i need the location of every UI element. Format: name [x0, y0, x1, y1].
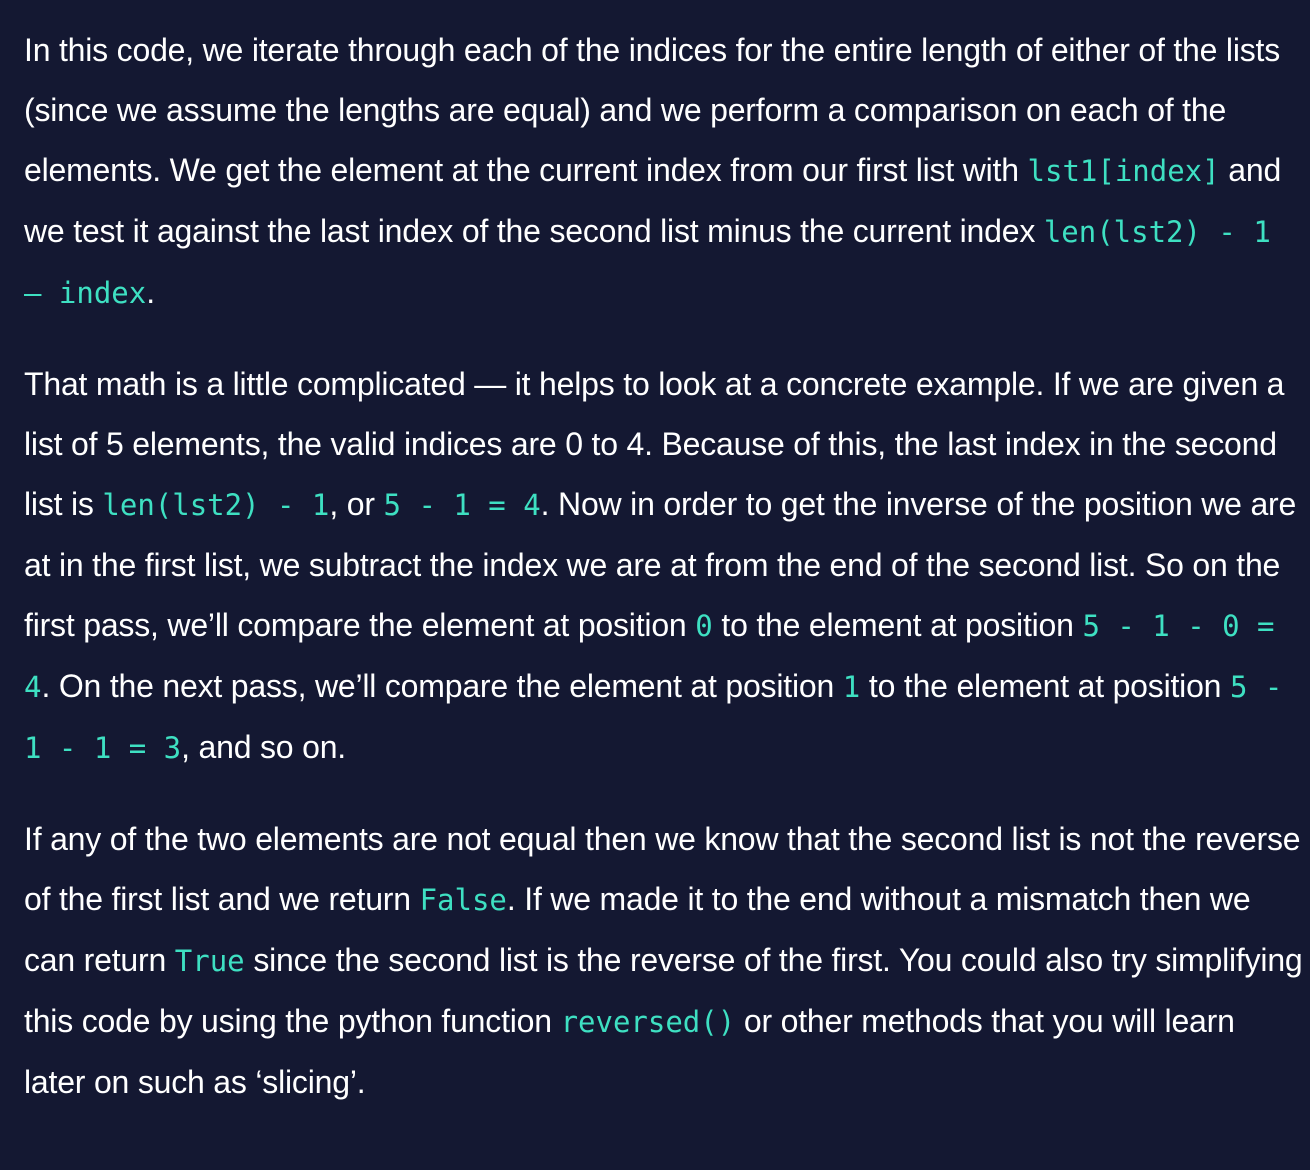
text-span: to the element at position: [712, 607, 1083, 643]
inline-code: 0: [695, 609, 713, 643]
inline-code: 5 - 1 = 4: [383, 488, 541, 522]
inline-code: 1: [842, 670, 861, 704]
text-span: , and so on.: [181, 729, 346, 765]
paragraph-explanation: In this code, we iterate through each of…: [24, 20, 1304, 323]
inline-code: True: [174, 944, 245, 978]
paragraph-example: That math is a little complicated — it h…: [24, 354, 1304, 778]
lesson-text: In this code, we iterate through each of…: [0, 0, 1310, 1112]
inline-code: False: [419, 883, 507, 917]
text-span: , or: [329, 486, 384, 522]
inline-code: lst1[index]: [1027, 154, 1220, 188]
text-span: .: [146, 274, 155, 310]
paragraph-conclusion: If any of the two elements are not equal…: [24, 809, 1304, 1112]
inline-code: len(lst2) - 1: [102, 488, 330, 522]
text-span: . On the next pass, we’ll compare the el…: [41, 668, 843, 704]
text-span: to the element at position: [860, 668, 1230, 704]
inline-code: reversed(): [560, 1005, 736, 1039]
